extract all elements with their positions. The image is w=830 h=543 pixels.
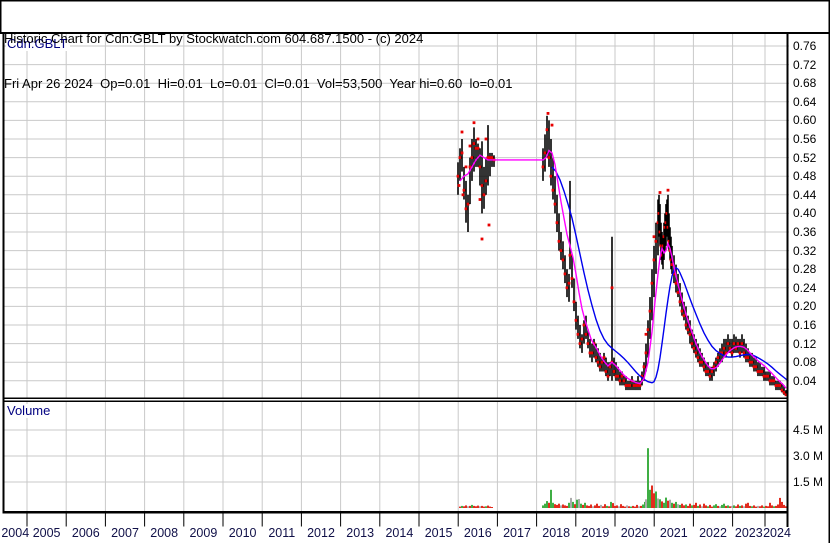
chart-header: Historic Chart for Cdn:GBLT by Stockwatc… [4, 1, 512, 121]
header-quote-line: Fri Apr 26 2024 Op=0.01 Hi=0.01 Lo=0.01 … [4, 76, 513, 91]
header-title-line: Historic Chart for Cdn:GBLT by Stockwatc… [4, 31, 424, 46]
volume-pane-label: Volume [6, 404, 54, 418]
stockwatch-historic-chart-window: Historic Chart for Cdn:GBLT by Stockwatc… [0, 0, 830, 543]
